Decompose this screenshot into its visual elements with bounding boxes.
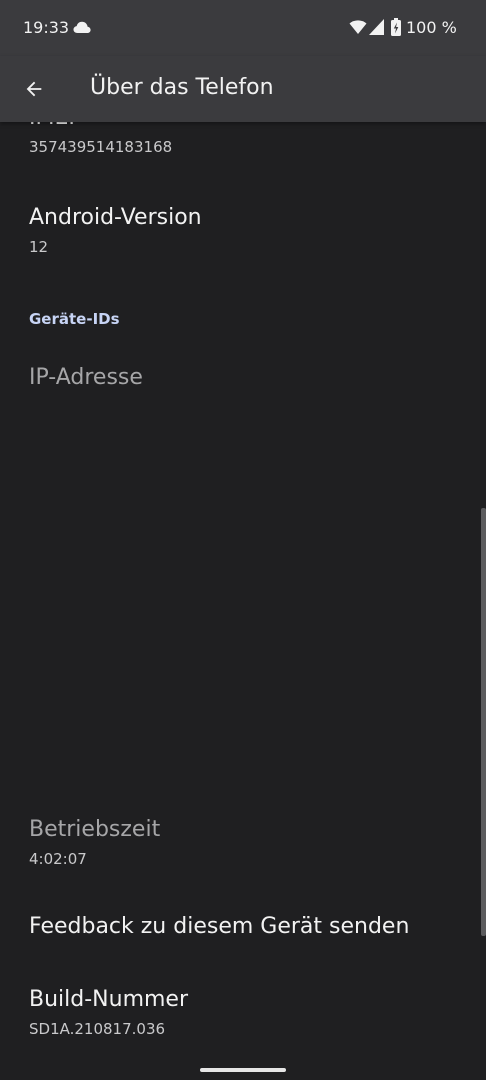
- category-device-ids: Geräte-IDs: [29, 310, 120, 328]
- settings-screen: 19:33 100 % Über das Telefon IMEI 35743: [0, 0, 486, 1080]
- pref-feedback-title: Feedback zu diesem Gerät senden: [29, 914, 410, 939]
- settings-list[interactable]: IMEI 357439514183168 Android-Version 12 …: [0, 122, 486, 1080]
- pref-build-number[interactable]: Build-Nummer SD1A.210817.036: [29, 986, 466, 1039]
- pref-android-version[interactable]: Android-Version 12: [29, 204, 466, 257]
- arrow-left-icon: [26, 81, 42, 97]
- gesture-nav-handle[interactable]: [200, 1068, 286, 1072]
- back-button[interactable]: [12, 67, 56, 111]
- scrollbar[interactable]: [481, 508, 486, 936]
- pref-build-number-title: Build-Nummer: [29, 987, 189, 1012]
- pref-imei[interactable]: IMEI 357439514183168: [29, 122, 466, 157]
- status-bar: 19:33 100 %: [0, 0, 486, 56]
- pref-imei-summary: 357439514183168: [29, 138, 173, 156]
- app-bar: Über das Telefon: [0, 56, 486, 122]
- pref-uptime-title: Betriebszeit: [29, 817, 161, 842]
- battery-percentage: 100 %: [406, 18, 457, 37]
- cloud-icon: [73, 21, 91, 33]
- pref-ip-address-title: IP-Adresse: [29, 365, 143, 390]
- page-title: Über das Telefon: [90, 75, 274, 100]
- pref-imei-title: IMEI: [29, 122, 466, 132]
- battery-icon: [391, 18, 401, 36]
- status-time: 19:33: [23, 18, 70, 37]
- pref-uptime-summary: 4:02:07: [29, 850, 87, 868]
- signal-icon: [369, 19, 384, 35]
- pref-ip-address[interactable]: IP-Adresse: [29, 364, 466, 392]
- wifi-icon: [349, 20, 367, 34]
- pref-feedback[interactable]: Feedback zu diesem Gerät senden: [29, 913, 466, 941]
- pref-uptime[interactable]: Betriebszeit 4:02:07: [29, 816, 466, 869]
- pref-build-number-summary: SD1A.210817.036: [29, 1020, 166, 1038]
- pref-android-version-summary: 12: [29, 238, 49, 256]
- pref-android-version-title: Android-Version: [29, 205, 202, 230]
